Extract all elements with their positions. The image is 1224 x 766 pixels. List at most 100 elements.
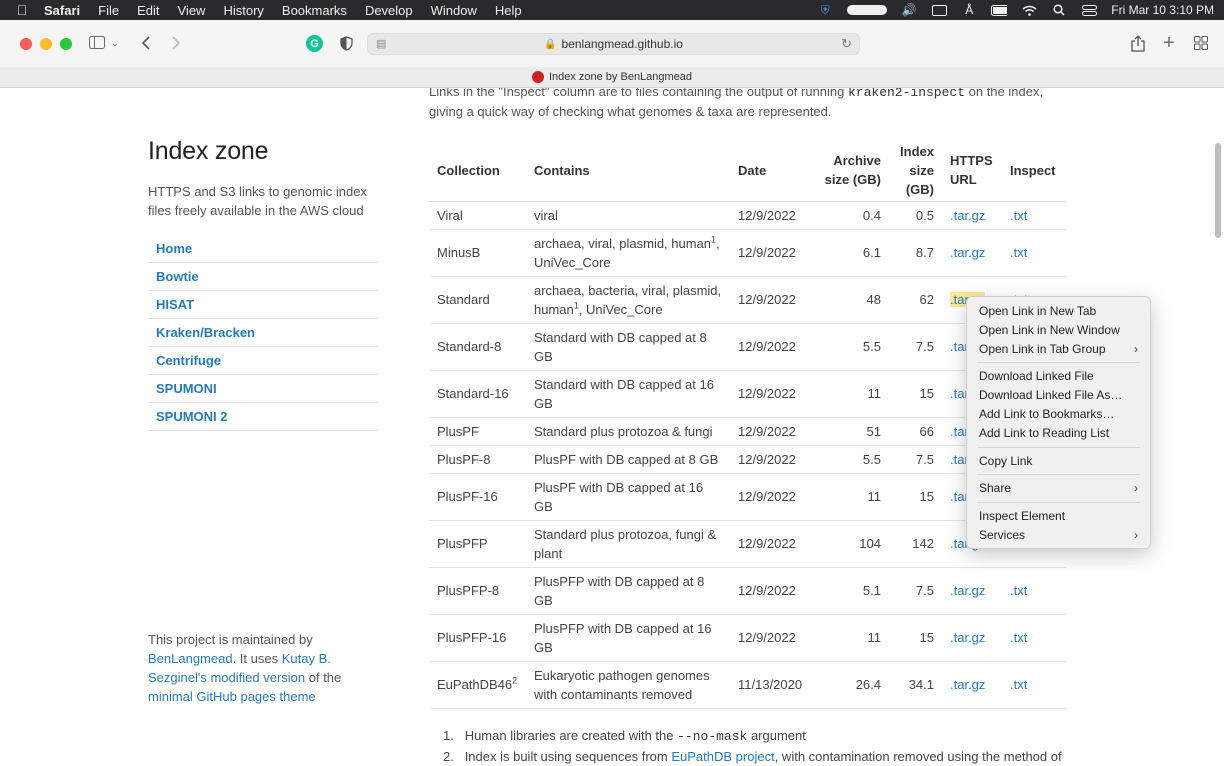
nav-centrifuge[interactable]: Centrifuge <box>148 347 378 375</box>
header-index-size: Index size (GB) <box>889 140 942 202</box>
cell-archive-size: 5.5 <box>813 323 889 371</box>
tar-gz-link[interactable]: .tar.gz <box>950 208 985 223</box>
menu-history[interactable]: History <box>214 3 272 18</box>
menu-help[interactable]: Help <box>486 3 531 18</box>
cell-https-link[interactable]: .tar.gz <box>942 661 1002 709</box>
volume-icon[interactable]: 🔊 <box>901 3 917 17</box>
address-bar[interactable]: ▤ 🔒 benlangmead.github.io ↻ <box>367 33 860 55</box>
shield-extension-icon[interactable]: ⛨ <box>817 3 833 17</box>
cell-index-size: 7.5 <box>889 323 942 371</box>
cell-collection: PlusPFP-16 <box>429 614 526 662</box>
context-menu-item-add-link-to-reading-list[interactable]: Add Link to Reading List <box>967 424 1150 443</box>
new-tab-button[interactable]: + <box>1160 32 1178 54</box>
page-title: Index zone <box>148 137 269 165</box>
cell-https-link[interactable]: .tar.gz <box>942 614 1002 662</box>
context-menu-item-open-link-in-new-tab[interactable]: Open Link in New Tab <box>967 302 1150 321</box>
theme-link[interactable]: minimal GitHub pages theme <box>148 689 316 704</box>
forward-button[interactable] <box>168 32 184 54</box>
context-menu-item-open-link-in-tab-group[interactable]: Open Link in Tab Group › <box>967 340 1150 359</box>
active-tab[interactable]: Index zone by BenLangmead <box>531 71 692 83</box>
bluetooth-icon[interactable]: Å <box>961 3 977 17</box>
nav-spumoni-2[interactable]: SPUMONI 2 <box>148 403 378 431</box>
cell-contains: PlusPFP with DB capped at 8 GB <box>526 567 730 615</box>
cell-inspect-link[interactable]: .txt <box>1002 614 1066 662</box>
display-icon[interactable] <box>931 4 947 16</box>
battery-icon[interactable] <box>991 4 1008 16</box>
menubar-clock[interactable]: Fri Mar 10 3:10 PM <box>1111 3 1214 17</box>
tar-gz-link[interactable]: .tar.gz <box>950 583 985 598</box>
minimize-window-button[interactable] <box>40 38 52 50</box>
context-menu-item-services[interactable]: Services › <box>967 526 1150 545</box>
menu-separator <box>977 362 1140 364</box>
cell-inspect-link[interactable]: .txt <box>1002 201 1066 230</box>
page-scrollbar[interactable] <box>1215 143 1221 238</box>
txt-link[interactable]: .txt <box>1010 630 1027 645</box>
maximize-window-button[interactable] <box>60 38 72 50</box>
nav-hisat[interactable]: HISAT <box>148 291 378 319</box>
cell-contains: viral <box>526 201 730 230</box>
nav-bowtie[interactable]: Bowtie <box>148 263 378 291</box>
tar-gz-link[interactable]: .tar.gz <box>950 245 985 260</box>
wifi-icon[interactable] <box>1021 4 1037 16</box>
cell-https-link[interactable]: .tar.gz <box>942 567 1002 615</box>
nav-home[interactable]: Home <box>148 235 378 263</box>
cell-inspect-link[interactable]: .txt <box>1002 661 1066 709</box>
cell-date: 12/9/2022 <box>730 370 813 418</box>
cell-archive-size: 5.1 <box>813 567 889 615</box>
cell-inspect-link[interactable]: .txt <box>1002 229 1066 277</box>
sidebar-toggle-button[interactable]: ⌄ <box>86 32 122 54</box>
apple-menu-icon[interactable]:  <box>0 2 44 18</box>
grammarly-extension-icon[interactable]: G <box>306 35 323 52</box>
menu-bookmarks[interactable]: Bookmarks <box>273 3 356 18</box>
tar-gz-link[interactable]: .tar.gz <box>950 677 985 692</box>
search-icon[interactable] <box>1051 4 1067 16</box>
nav-kraken-bracken[interactable]: Kraken/Bracken <box>148 319 378 347</box>
cell-collection: EuPathDB462 <box>429 661 526 709</box>
back-button[interactable] <box>138 32 154 54</box>
context-menu-item-download-linked-file[interactable]: Download Linked File <box>967 367 1150 386</box>
menu-develop[interactable]: Develop <box>356 3 422 18</box>
context-menu-item-add-link-to-bookmarks[interactable]: Add Link to Bookmarks… <box>967 405 1150 424</box>
context-menu-item-copy-link[interactable]: Copy Link <box>967 452 1150 471</box>
txt-link[interactable]: .txt <box>1010 208 1027 223</box>
page-menu-icon[interactable]: ▤ <box>376 37 386 50</box>
cell-date: 12/9/2022 <box>730 473 813 521</box>
cell-https-link[interactable]: .tar.gz <box>942 201 1002 230</box>
sidebar-nav: Home Bowtie HISAT Kraken/Bracken Centrif… <box>148 235 378 431</box>
context-menu-label: Open Link in Tab Group <box>979 341 1106 356</box>
browser-toolbar: ⌄ G ▤ 🔒 benlangmead.github.io ↻ + <box>0 20 1224 67</box>
control-center-icon[interactable] <box>1081 4 1097 16</box>
context-menu-item-share[interactable]: Share › <box>967 479 1150 498</box>
cell-date: 12/9/2022 <box>730 520 813 568</box>
txt-link[interactable]: .txt <box>1010 583 1027 598</box>
menu-view[interactable]: View <box>169 3 215 18</box>
tar-gz-link[interactable]: .tar.gz <box>950 630 985 645</box>
context-menu-item-inspect-element[interactable]: Inspect Element <box>967 507 1150 526</box>
context-menu-item-download-linked-file-as[interactable]: Download Linked File As… <box>967 386 1150 405</box>
menu-file[interactable]: File <box>89 3 128 18</box>
eupathdb-link[interactable]: EuPathDB project <box>671 749 774 764</box>
link-context-menu: Open Link in New Tab Open Link in New Win… <box>966 296 1151 549</box>
sidebar-icon <box>89 36 106 49</box>
redacted-menu-icon[interactable] <box>847 4 888 16</box>
context-menu-item-open-link-in-new-window[interactable]: Open Link in New Window <box>967 321 1150 340</box>
menu-separator <box>977 502 1140 504</box>
reload-icon[interactable]: ↻ <box>841 36 852 52</box>
cell-inspect-link[interactable]: .txt <box>1002 567 1066 615</box>
nav-spumoni[interactable]: SPUMONI <box>148 375 378 403</box>
menu-window[interactable]: Window <box>422 3 486 18</box>
tab-overview-button[interactable] <box>1192 32 1210 54</box>
cell-https-link[interactable]: .tar.gz <box>942 229 1002 277</box>
privacy-report-button[interactable] <box>338 32 354 54</box>
cell-collection: Standard-8 <box>429 323 526 371</box>
menu-app-name[interactable]: Safari <box>44 3 89 18</box>
share-button[interactable] <box>1129 32 1147 54</box>
txt-link[interactable]: .txt <box>1010 677 1027 692</box>
menu-edit[interactable]: Edit <box>128 3 168 18</box>
maintainer-link[interactable]: BenLangmead <box>148 651 233 666</box>
cell-archive-size: 11 <box>813 473 889 521</box>
footnotes: 1. Human libraries are created with the … <box>443 726 1062 766</box>
close-window-button[interactable] <box>20 38 32 50</box>
txt-link[interactable]: .txt <box>1010 245 1027 260</box>
cell-date: 12/9/2022 <box>730 614 813 662</box>
